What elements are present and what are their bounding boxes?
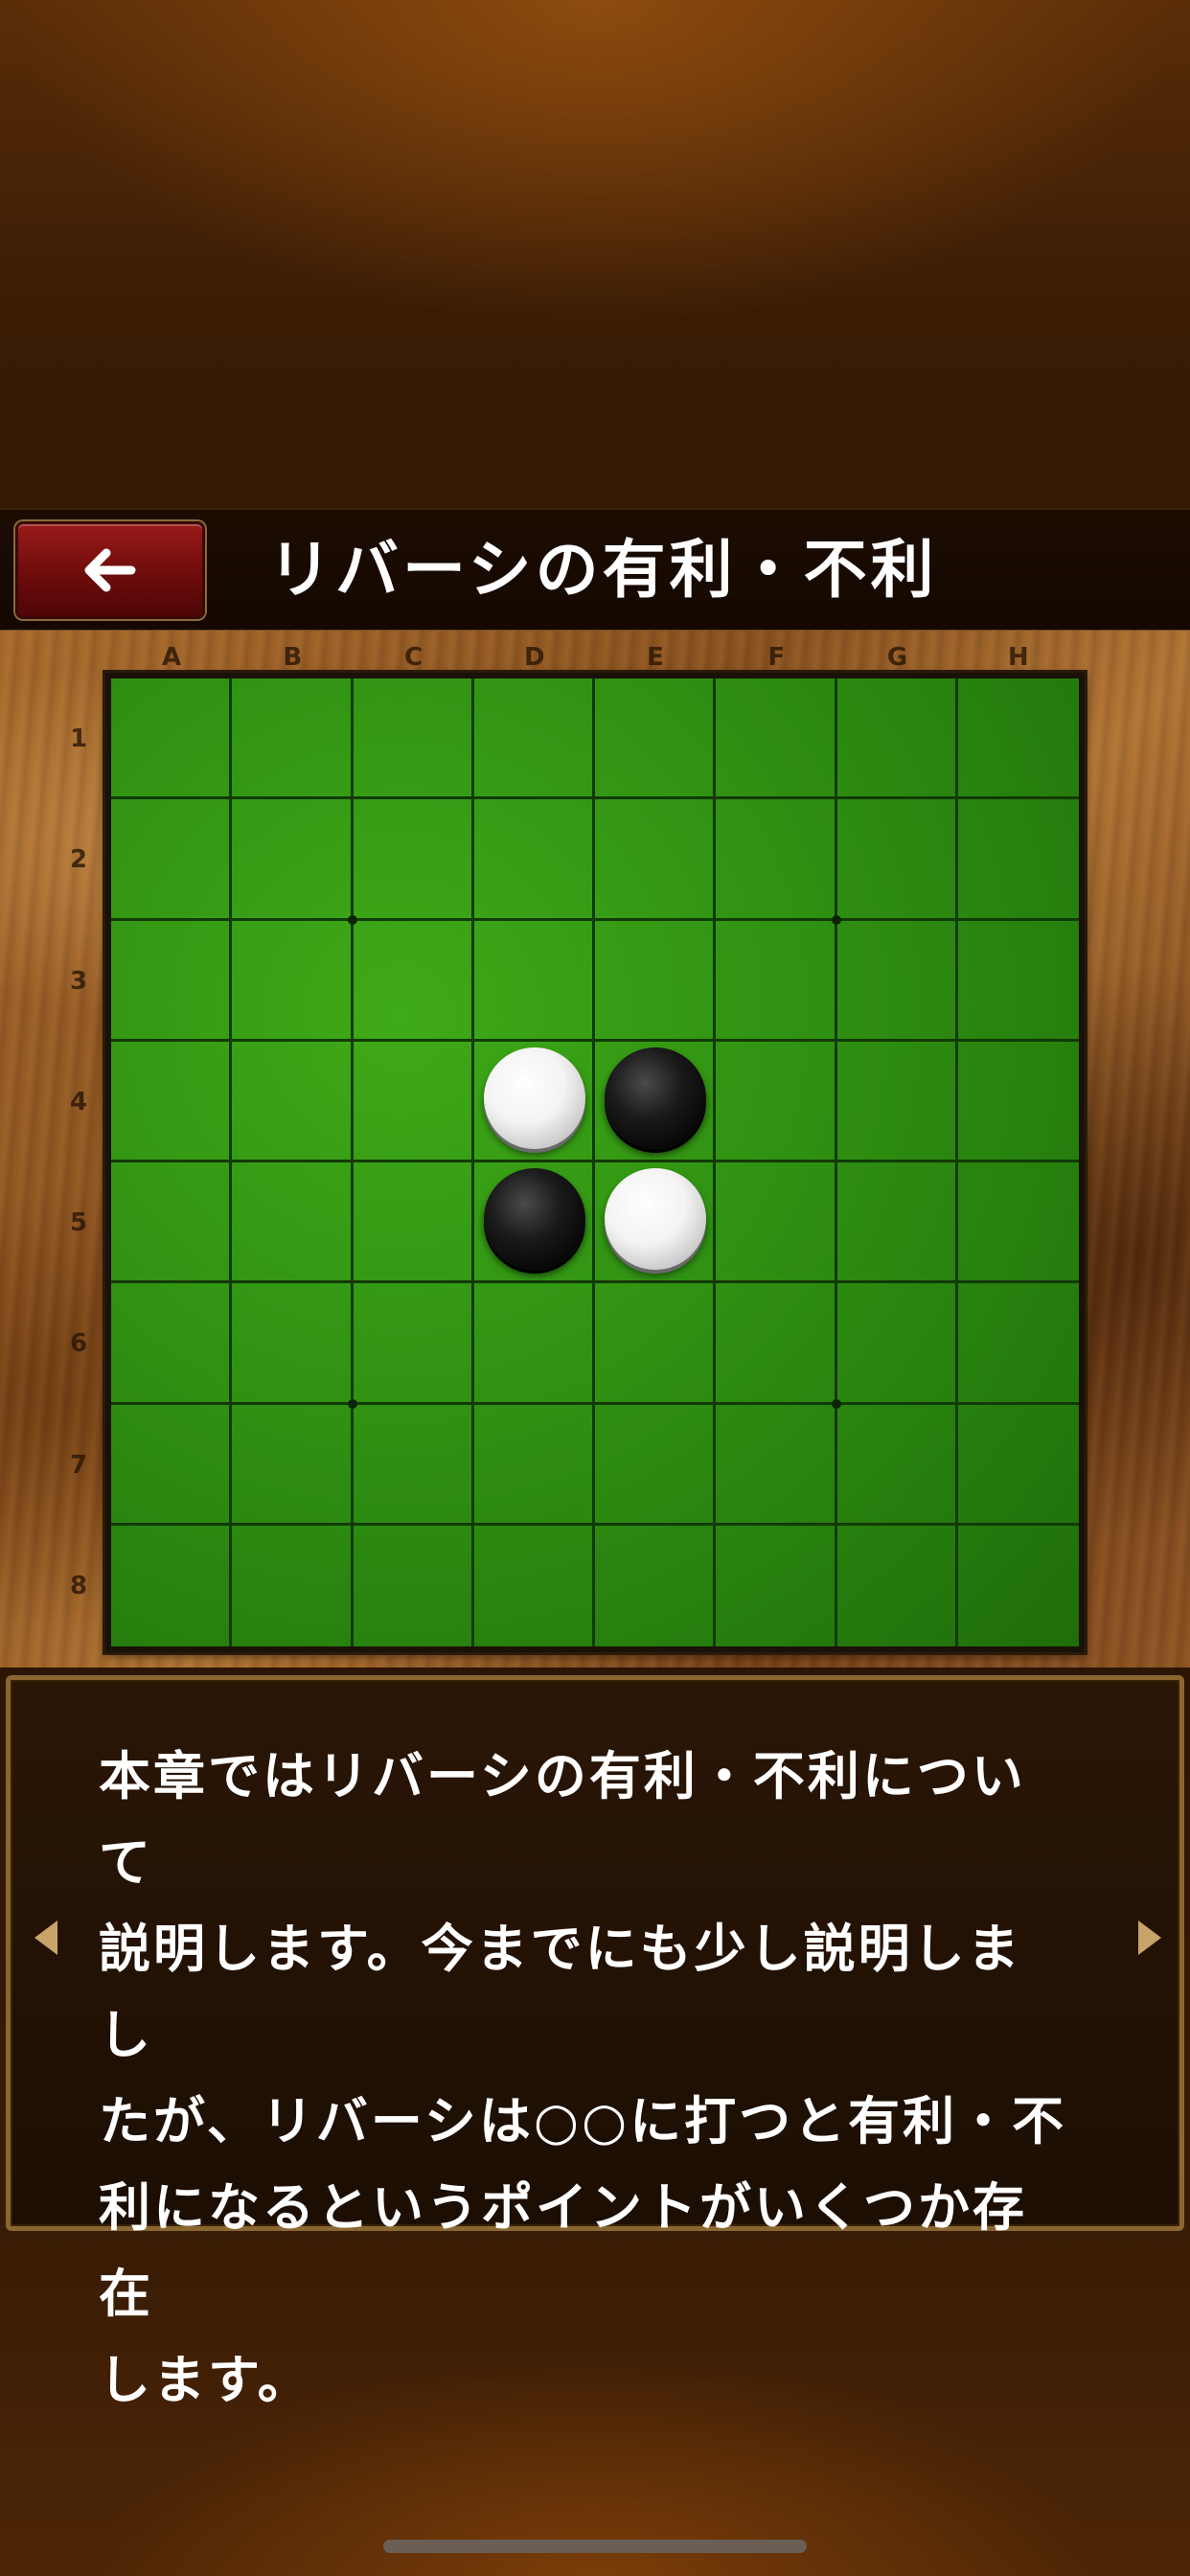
board-cell-d8[interactable] [474, 1525, 595, 1646]
row-label-3: 3 [69, 966, 88, 996]
home-indicator [383, 2540, 807, 2553]
board-cell-c6[interactable] [353, 1283, 474, 1405]
column-label-d: D [523, 643, 545, 672]
column-label-a: A [161, 643, 182, 672]
column-label-h: H [1007, 643, 1029, 672]
board-cell-g5[interactable] [836, 1162, 958, 1284]
board-cell-b3[interactable] [232, 920, 354, 1042]
board-cell-h6[interactable] [957, 1283, 1079, 1405]
board-cell-c2[interactable] [353, 799, 474, 921]
header-bar: リバーシの有利・不利 [0, 508, 1190, 632]
board-cell-h8[interactable] [958, 1526, 1079, 1646]
board-cell-c7[interactable] [353, 1404, 474, 1526]
board-cell-g2[interactable] [836, 799, 958, 921]
star-point [831, 914, 841, 925]
triangle-left-icon[interactable] [27, 1909, 65, 1966]
column-label-b: B [283, 643, 303, 672]
column-label-g: G [886, 643, 908, 672]
arrow-left-icon [84, 548, 136, 592]
board-cell-c1[interactable] [353, 678, 474, 800]
board-cell-h3[interactable] [957, 921, 1079, 1042]
white-stone-d4 [483, 1046, 585, 1149]
board-cell-e6[interactable] [595, 1283, 717, 1405]
board-cell-a4[interactable] [111, 1041, 233, 1162]
row-label-2: 2 [69, 845, 88, 875]
back-button[interactable] [15, 521, 205, 619]
column-label-f: F [767, 643, 786, 672]
board-cell-d7[interactable] [473, 1404, 595, 1526]
row-label-5: 5 [69, 1208, 88, 1237]
board-cell-h1[interactable] [957, 678, 1079, 800]
board-cell-b1[interactable] [232, 678, 354, 800]
board-cell-b5[interactable] [232, 1162, 354, 1284]
row-label-1: 1 [69, 724, 88, 753]
board-cell-f2[interactable] [716, 799, 837, 921]
board-cell-h2[interactable] [957, 799, 1079, 921]
board-cell-e1[interactable] [595, 678, 717, 800]
column-label-e: E [647, 643, 664, 672]
board-cell-d6[interactable] [473, 1283, 595, 1405]
board-cell-g7[interactable] [836, 1404, 958, 1526]
board-cell-g6[interactable] [836, 1283, 958, 1405]
board-cell-e3[interactable] [595, 920, 717, 1042]
board-cell-h7[interactable] [957, 1405, 1079, 1526]
star-point [831, 1398, 841, 1409]
board-cell-c5[interactable] [353, 1162, 474, 1284]
row-label-8: 8 [69, 1571, 88, 1600]
triangle-right-icon[interactable] [1131, 1909, 1169, 1966]
board-cell-a7[interactable] [111, 1404, 233, 1526]
board-cell-c3[interactable] [353, 920, 474, 1042]
board-cell-b6[interactable] [232, 1283, 354, 1405]
board-cell-f8[interactable] [716, 1525, 837, 1646]
board-cell-b8[interactable] [232, 1525, 354, 1646]
board-grid [111, 678, 1079, 1646]
board-cell-e8[interactable] [595, 1525, 717, 1646]
board-cell-g1[interactable] [836, 678, 958, 800]
board-cell-f7[interactable] [716, 1404, 837, 1526]
board-cell-f1[interactable] [716, 678, 837, 800]
board-cell-f3[interactable] [716, 920, 837, 1042]
board-cell-a6[interactable] [111, 1283, 233, 1405]
row-label-6: 6 [69, 1329, 88, 1359]
board-cell-h4[interactable] [957, 1042, 1079, 1162]
board-cell-b7[interactable] [232, 1404, 354, 1526]
board-cell-c4[interactable] [353, 1041, 474, 1162]
message-panel: 本章ではリバーシの有利・不利について 説明します。今までにも少し説明しまし たが… [6, 1675, 1184, 2410]
row-label-4: 4 [69, 1087, 88, 1116]
board-cell-f5[interactable] [716, 1162, 837, 1284]
row-label-7: 7 [69, 1450, 88, 1480]
board-cell-a3[interactable] [111, 920, 233, 1042]
star-point [347, 914, 357, 925]
board-cell-d1[interactable] [473, 678, 595, 800]
board-cell-e2[interactable] [595, 799, 717, 921]
board-cell-d3[interactable] [473, 920, 595, 1042]
board-cell-f6[interactable] [716, 1283, 837, 1405]
board-cell-a5[interactable] [111, 1162, 233, 1284]
board-cell-b2[interactable] [232, 799, 354, 921]
explanation-text: 本章ではリバーシの有利・不利について 説明します。今までにも少し説明しまし たが… [99, 1746, 1067, 2410]
board-cell-a2[interactable] [111, 799, 233, 921]
board-cell-a8[interactable] [111, 1525, 233, 1646]
board-cell-c8[interactable] [354, 1525, 474, 1646]
black-stone-e4 [605, 1046, 707, 1149]
board-cell-g3[interactable] [836, 920, 958, 1042]
board-cell-h5[interactable] [957, 1162, 1079, 1284]
column-label-c: C [403, 643, 423, 672]
board-cell-f4[interactable] [716, 1041, 837, 1162]
board-cell-d2[interactable] [473, 799, 595, 921]
board-cell-b4[interactable] [232, 1041, 354, 1162]
page-title: リバーシの有利・不利 [268, 533, 938, 607]
board-cell-a1[interactable] [111, 678, 233, 800]
board-cell-e7[interactable] [595, 1404, 717, 1526]
star-point [347, 1398, 357, 1409]
board-cell-g8[interactable] [837, 1525, 958, 1646]
board-cell-g4[interactable] [836, 1041, 958, 1162]
board-frame: A B C D E F G H 1 2 3 4 5 6 7 8 [0, 631, 1190, 1668]
reversi-board [105, 673, 1085, 1652]
white-stone-e5 [605, 1168, 707, 1271]
black-stone-d5 [483, 1168, 585, 1271]
